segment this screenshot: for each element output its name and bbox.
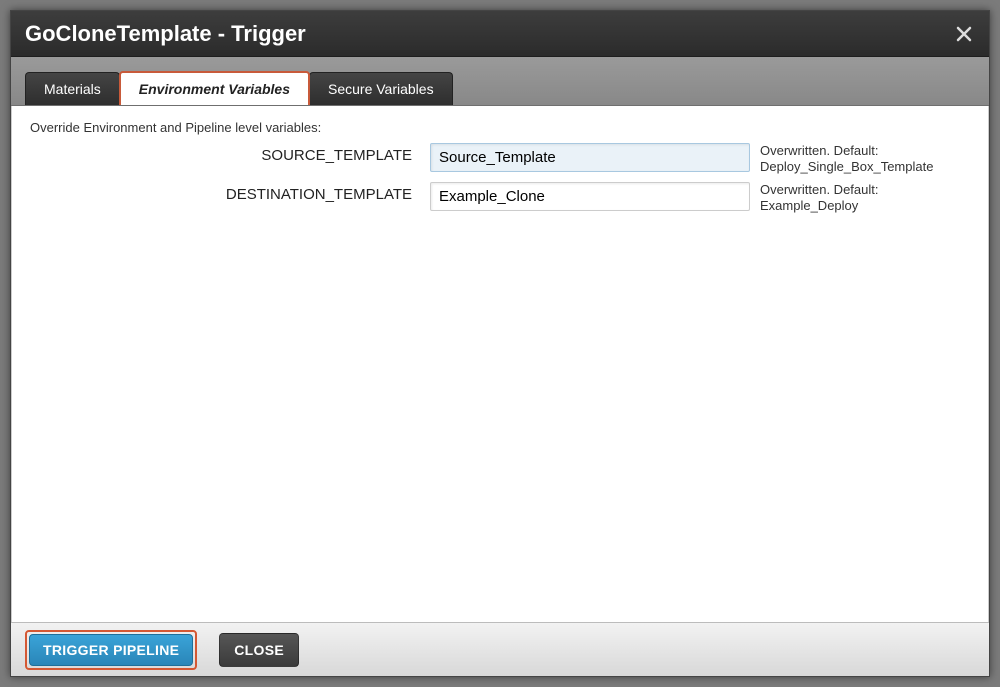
- tab-environment-variables[interactable]: Environment Variables: [119, 71, 310, 105]
- variable-input-wrap: [430, 143, 750, 172]
- close-button[interactable]: CLOSE: [219, 633, 299, 667]
- variable-note: Overwritten. Default: Example_Deploy: [750, 182, 970, 213]
- variable-input-wrap: [430, 182, 750, 211]
- dialog-title: GoCloneTemplate - Trigger: [25, 21, 953, 47]
- dialog-titlebar: GoCloneTemplate - Trigger: [11, 11, 989, 57]
- variable-row: DESTINATION_TEMPLATE Overwritten. Defaul…: [30, 182, 970, 213]
- trigger-dialog: GoCloneTemplate - Trigger Materials Envi…: [10, 10, 990, 677]
- trigger-highlight: TRIGGER PIPELINE: [25, 630, 197, 670]
- tab-materials[interactable]: Materials: [25, 72, 120, 105]
- override-instruction: Override Environment and Pipeline level …: [30, 120, 970, 135]
- variable-label: DESTINATION_TEMPLATE: [30, 182, 430, 203]
- close-icon[interactable]: [953, 23, 975, 45]
- dialog-footer: TRIGGER PIPELINE CLOSE: [11, 622, 989, 676]
- destination-template-input[interactable]: [430, 182, 750, 211]
- source-template-input[interactable]: [430, 143, 750, 172]
- tab-bar: Materials Environment Variables Secure V…: [11, 57, 989, 106]
- variable-row: SOURCE_TEMPLATE Overwritten. Default: De…: [30, 143, 970, 174]
- variable-note: Overwritten. Default: Deploy_Single_Box_…: [750, 143, 970, 174]
- variable-label: SOURCE_TEMPLATE: [30, 143, 430, 164]
- tab-secure-variables[interactable]: Secure Variables: [309, 72, 453, 105]
- dialog-content: Override Environment and Pipeline level …: [11, 106, 989, 622]
- trigger-pipeline-button[interactable]: TRIGGER PIPELINE: [29, 634, 193, 666]
